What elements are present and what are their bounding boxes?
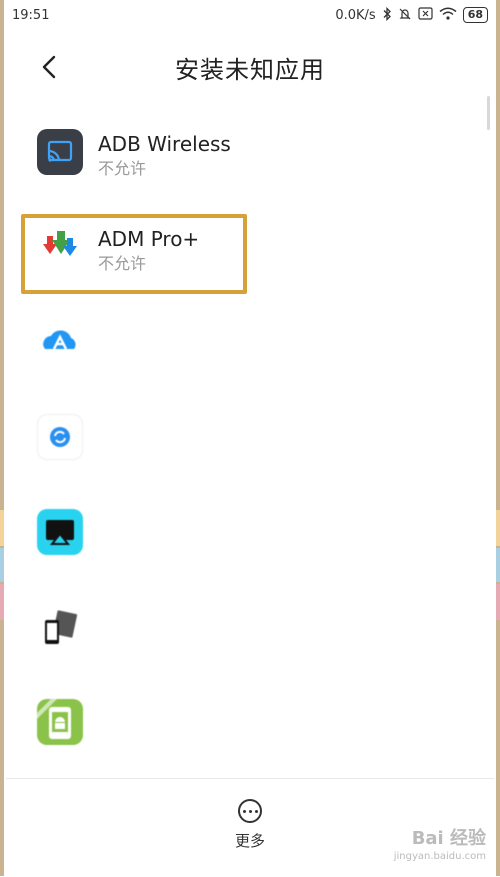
watermark-text: Bai 经验 [411,828,486,849]
mirror-icon [37,604,83,650]
battery-indicator: 68 [462,7,488,23]
app-permission-status: 不允许 [98,254,147,273]
mute-icon [398,7,412,24]
download-arrows-icon [37,224,83,270]
app-item-adb-wireless[interactable]: ADB Wireless 不允许 [6,106,494,201]
android-cast-icon [37,699,83,745]
app-item-blurred-1[interactable] [6,296,494,391]
app-name: ADB Wireless [98,132,231,156]
no-sim-icon [418,7,433,23]
edge-strip-pink-left [0,584,4,620]
airplay-icon [37,509,83,555]
app-item-blurred-4[interactable] [6,581,494,676]
right-frame [496,0,500,876]
app-permission-status: 不允许 [98,159,147,178]
page-title: 安装未知应用 [175,55,325,84]
edge-strip-yellow-left [0,510,4,546]
network-speed: 0.0K/s [335,7,376,23]
edge-strip-pink-right [496,584,500,620]
status-bar: 19:51 0.0K/s 68 [6,0,494,30]
cloud-a-icon [37,319,83,365]
back-button[interactable] [32,50,66,84]
app-name: ADM Pro+ [98,227,200,251]
app-item-blurred-2[interactable] [6,391,494,486]
more-label: 更多 [234,832,265,850]
wifi-icon [439,7,457,23]
edge-strip-blue-left [0,548,4,582]
app-item-blurred-5[interactable] [6,676,494,771]
watermark: Bai 经验 jingyan.baidu.com [394,830,486,866]
header: 安装未知应用 [6,30,494,104]
more-button[interactable]: 更多 [224,799,276,855]
cast-icon [37,129,83,175]
status-time: 19:51 [12,7,50,23]
bluetooth-icon [382,6,392,24]
app-list: ADB Wireless 不允许 ADM Pro+ 不允许 [6,106,494,771]
app-item-adm-pro[interactable]: ADM Pro+ 不允许 [6,201,494,296]
status-icons: 0.0K/s 68 [335,6,494,24]
left-frame [0,0,4,876]
app-item-blurred-3[interactable] [6,486,494,581]
watermark-sub: jingyan.baidu.com [393,851,486,862]
chevron-left-icon [42,55,56,79]
sync-icon [37,414,83,460]
edge-strip-blue-right [496,548,500,582]
more-dots-icon [238,799,262,823]
edge-strip-yellow-right [496,510,500,546]
